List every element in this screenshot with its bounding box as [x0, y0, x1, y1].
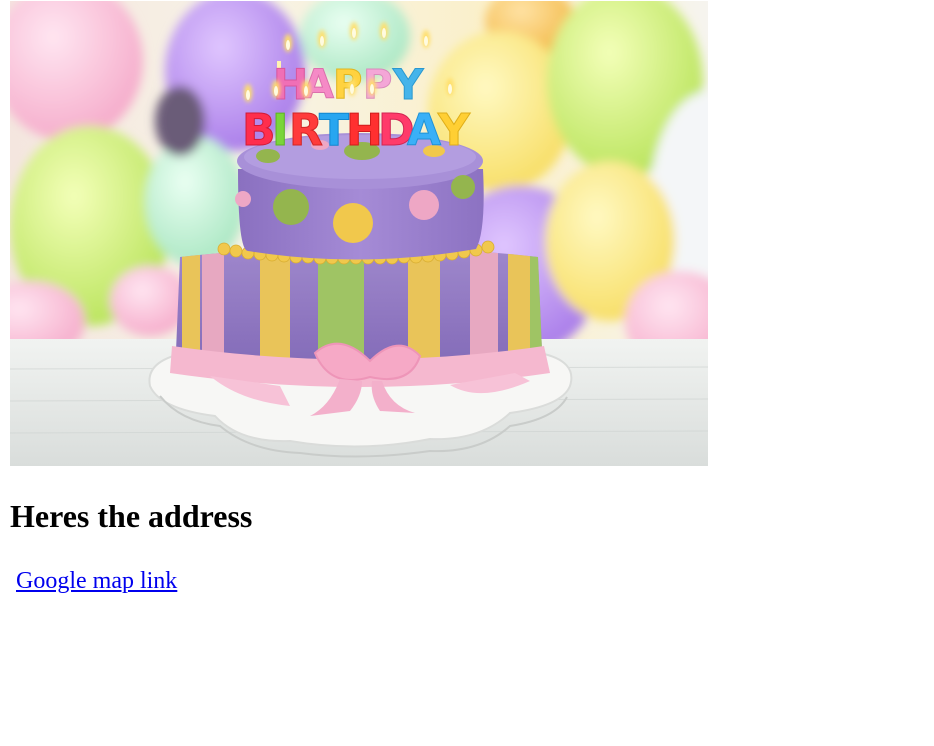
svg-text:R: R	[289, 105, 323, 156]
svg-text:P: P	[333, 62, 362, 108]
svg-text:Y: Y	[392, 60, 424, 109]
svg-text:Y: Y	[437, 105, 471, 156]
google-map-link[interactable]: Google map link	[16, 566, 177, 596]
page-heading: Heres the address	[10, 498, 253, 534]
svg-text:A: A	[407, 105, 441, 156]
svg-text:I: I	[272, 105, 288, 156]
svg-text:B: B	[242, 105, 276, 156]
svg-text:T: T	[319, 105, 349, 156]
svg-text:P: P	[363, 62, 392, 108]
birthday-cake-image: H A P P Y B I R T H D A Y	[10, 1, 708, 466]
